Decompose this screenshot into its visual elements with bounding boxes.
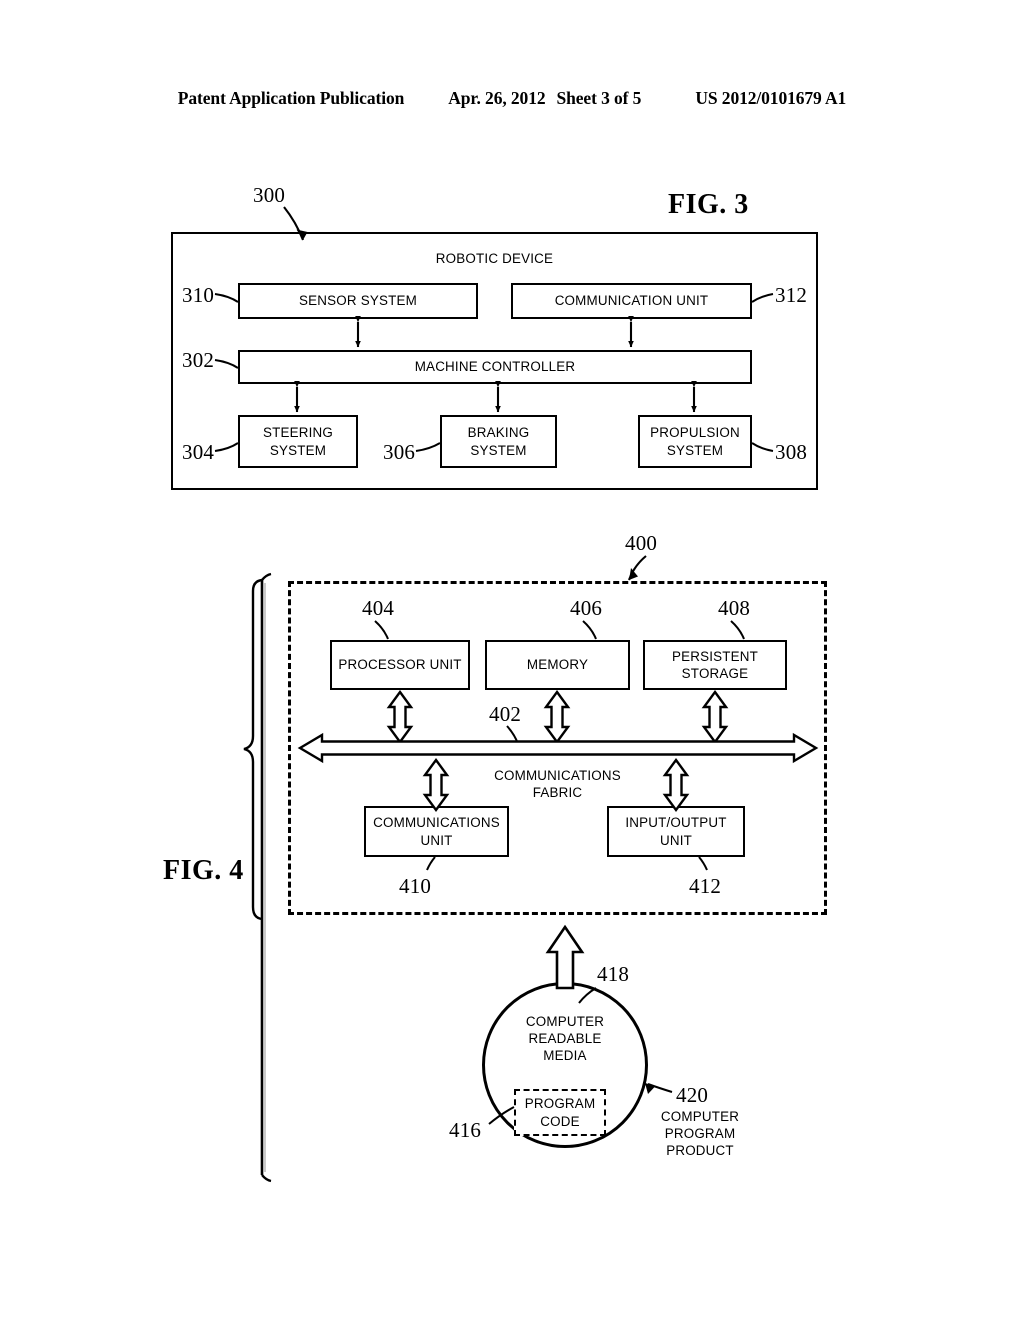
figure-4-rule-cap-top (261, 572, 272, 581)
ref-406: 406 (570, 596, 603, 620)
block-input-output-unit: INPUT/OUTPUT UNIT (607, 806, 745, 857)
block-propulsion-system-label: PROPULSION SYSTEM (650, 425, 740, 458)
leader-400 (628, 555, 647, 581)
header-date: Apr. 26, 2012 (448, 88, 546, 108)
data-processing-system-container (288, 581, 827, 915)
ref-302: 302 (182, 348, 215, 372)
block-machine-controller-label: MACHINE CONTROLLER (414, 359, 576, 375)
block-persistent-storage: PERSISTENT STORAGE (643, 640, 787, 690)
block-persistent-storage-label: PERSISTENT STORAGE (671, 648, 759, 681)
block-processor-unit-label: PROCESSOR UNIT (338, 657, 462, 673)
block-braking-system: BRAKING SYSTEM (440, 415, 557, 468)
figure-4-rule-cap-bottom (261, 1174, 272, 1183)
arrow-media-to-system (545, 924, 585, 990)
ref-312: 312 (775, 283, 808, 307)
figure-3-title: FIG. 3 (668, 189, 749, 220)
block-braking-system-label: BRAKING SYSTEM (467, 425, 530, 458)
leader-400-head (629, 568, 638, 580)
figure-4-brace-upper (243, 578, 263, 921)
header-sheet: Sheet 3 of 5 (556, 88, 642, 108)
ref-400: 400 (625, 531, 658, 555)
block-communications-unit: COMMUNICATIONS UNIT (364, 806, 509, 857)
ref-308: 308 (775, 440, 808, 464)
block-program-code-label: PROGRAM CODE (524, 1096, 596, 1129)
ref-304: 304 (182, 440, 215, 464)
ref-306: 306 (383, 440, 416, 464)
leader-420-head (645, 1083, 656, 1094)
computer-program-product-label: COMPUTER PROGRAM PRODUCT (660, 1109, 740, 1159)
block-sensor-system: SENSOR SYSTEM (238, 283, 478, 319)
ref-404: 404 (362, 596, 395, 620)
robotic-device-label: ROBOTIC DEVICE (435, 251, 554, 266)
block-processor-unit: PROCESSOR UNIT (330, 640, 470, 690)
block-communication-unit: COMMUNICATION UNIT (511, 283, 752, 319)
computer-readable-media-label: COMPUTER READABLE MEDIA (525, 1014, 605, 1064)
ref-410: 410 (399, 874, 432, 898)
header-patent-number: US 2012/0101679 A1 (695, 88, 847, 108)
ref-300: 300 (253, 183, 286, 207)
figure-4-title: FIG. 4 (163, 855, 244, 886)
ref-408: 408 (718, 596, 751, 620)
ref-418: 418 (597, 962, 630, 986)
block-machine-controller: MACHINE CONTROLLER (238, 350, 752, 384)
block-memory: MEMORY (485, 640, 630, 690)
block-program-code: PROGRAM CODE (514, 1089, 606, 1136)
ref-420: 420 (676, 1083, 709, 1107)
block-communications-unit-label: COMMUNICATIONS UNIT (373, 815, 500, 848)
ref-402: 402 (489, 702, 522, 726)
block-communication-unit-label: COMMUNICATION UNIT (554, 293, 709, 309)
block-memory-label: MEMORY (526, 657, 589, 673)
ref-412: 412 (689, 874, 722, 898)
block-input-output-unit-label: INPUT/OUTPUT UNIT (625, 815, 727, 848)
page-header: Patent Application Publication Apr. 26, … (0, 88, 1024, 109)
block-steering-system: STEERING SYSTEM (238, 415, 358, 468)
block-sensor-system-label: SENSOR SYSTEM (299, 293, 417, 309)
block-propulsion-system: PROPULSION SYSTEM (638, 415, 752, 468)
header-publication: Patent Application Publication (177, 88, 405, 108)
communications-fabric-label: COMMUNICATIONS FABRIC (494, 768, 621, 801)
ref-416: 416 (449, 1118, 482, 1142)
block-steering-system-label: STEERING SYSTEM (262, 425, 334, 458)
ref-310: 310 (182, 283, 215, 307)
leader-420 (647, 1083, 673, 1093)
